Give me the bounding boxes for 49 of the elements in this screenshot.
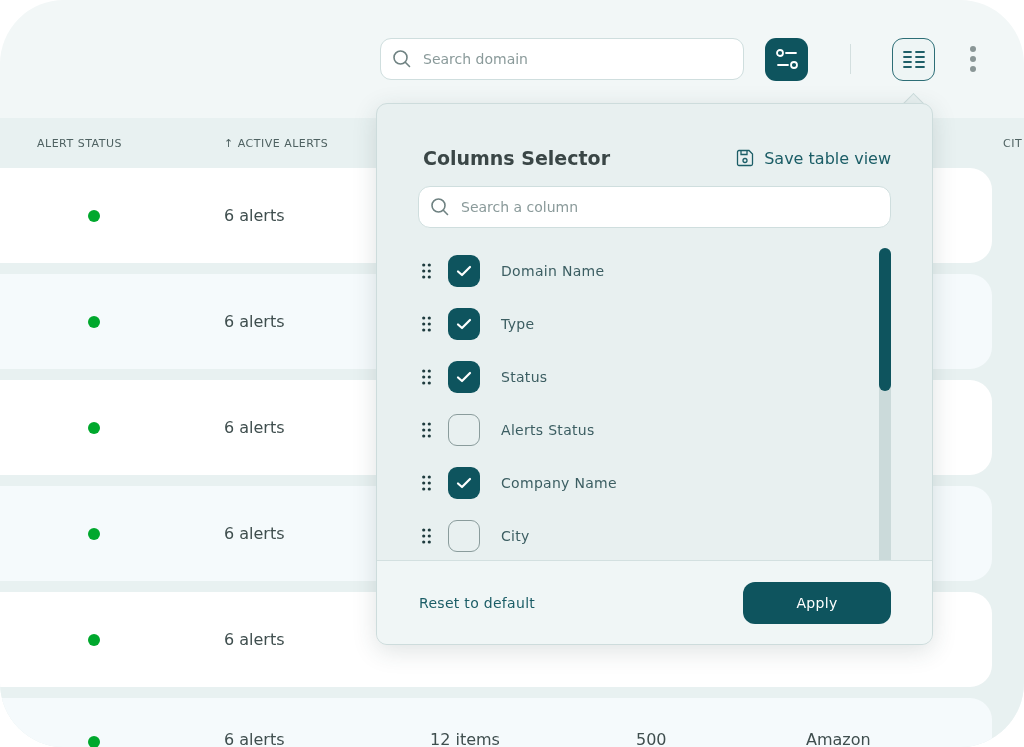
table-cell: 6 alerts — [224, 524, 285, 543]
search-icon — [392, 49, 412, 69]
checkbox[interactable] — [448, 254, 480, 287]
popover-title: Columns Selector — [423, 147, 611, 169]
apply-button[interactable]: Apply — [743, 581, 891, 624]
sliders-icon — [774, 48, 799, 70]
save-view-button[interactable]: Save table view — [736, 148, 891, 168]
filter-button[interactable] — [765, 37, 808, 81]
drag-handle-icon[interactable] — [422, 421, 431, 438]
drag-handle-icon[interactable] — [422, 527, 431, 544]
table-cell: 12 items — [430, 730, 500, 747]
reset-link[interactable]: Reset to default — [419, 594, 536, 611]
check-icon — [456, 476, 472, 489]
checkbox[interactable] — [448, 307, 480, 340]
table-cell: 6 alerts — [224, 312, 285, 331]
checkbox[interactable] — [448, 466, 480, 499]
column-label: Status — [501, 368, 548, 385]
drag-handle-icon[interactable] — [422, 368, 431, 385]
search-field[interactable]: Search domain — [380, 38, 744, 80]
check-icon — [456, 370, 472, 383]
checkbox[interactable] — [448, 360, 480, 393]
table-cell: 500 — [636, 730, 667, 747]
table-cell: 6 alerts — [224, 630, 285, 649]
column-label: Alerts Status — [501, 421, 595, 438]
column-label: City — [501, 527, 530, 544]
columns-button[interactable] — [892, 37, 935, 81]
search-icon — [430, 197, 450, 217]
column-search-field[interactable]: Search a column — [418, 186, 891, 228]
check-icon — [456, 317, 472, 330]
drag-handle-icon[interactable] — [422, 315, 431, 332]
column-header[interactable]: CIT — [1003, 136, 1023, 150]
table-cell: 6 alerts — [224, 730, 285, 747]
table-cell: Amazon — [806, 730, 871, 747]
table-cell: 6 alerts — [224, 206, 285, 225]
check-icon — [456, 264, 472, 277]
checkbox[interactable] — [448, 413, 480, 446]
column-header[interactable]: ALERT STATUS — [0, 136, 122, 150]
scrollbar[interactable] — [879, 248, 891, 560]
table-cell: 6 alerts — [224, 418, 285, 437]
column-header[interactable]: ↑ ACTIVE ALERTS — [224, 136, 329, 150]
drag-handle-icon[interactable] — [422, 474, 431, 491]
columns-icon — [902, 50, 925, 68]
column-label: Company Name — [501, 474, 617, 491]
checkbox[interactable] — [448, 519, 480, 552]
column-label: Type — [501, 315, 535, 332]
drag-handle-icon[interactable] — [422, 262, 431, 279]
column-label: Domain Name — [501, 262, 605, 279]
more-icon[interactable] — [969, 45, 977, 73]
save-icon — [736, 149, 755, 167]
